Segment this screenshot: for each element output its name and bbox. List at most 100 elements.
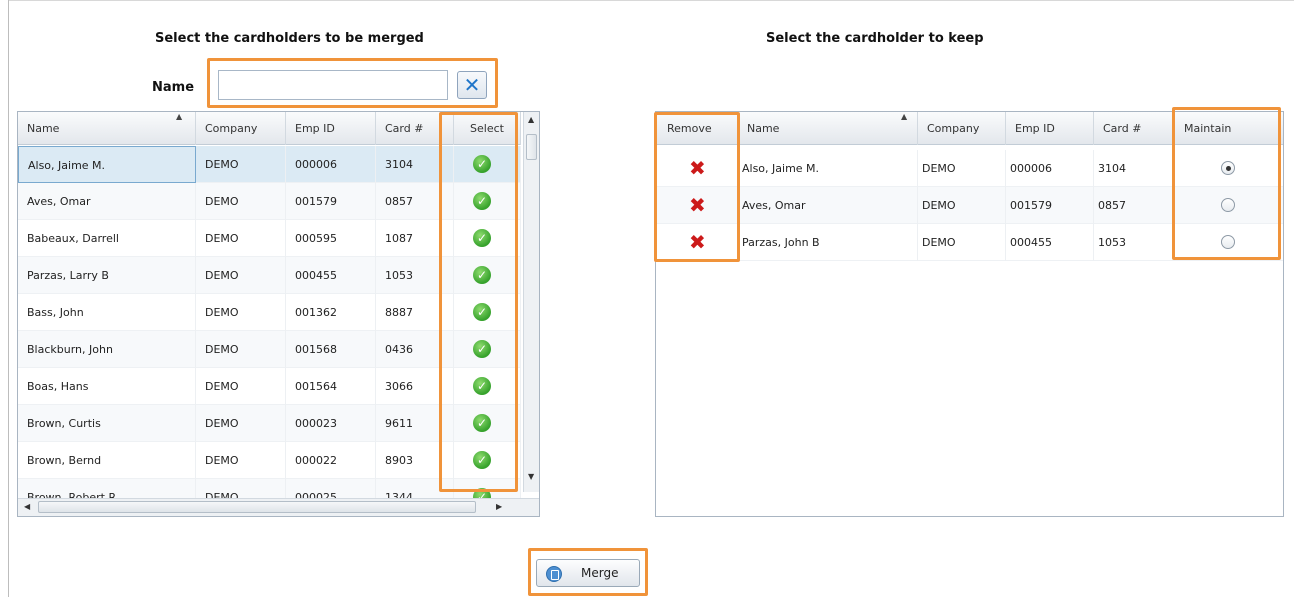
column-header-emp-id[interactable]: Emp ID [286, 112, 376, 145]
scroll-right-icon[interactable]: ▶ [496, 502, 502, 511]
horizontal-scrollbar[interactable]: ◀ ▶ [18, 498, 539, 516]
scroll-up-icon[interactable]: ▲ [528, 115, 534, 124]
cell-name: Babeaux, Darrell [18, 220, 196, 257]
table-row[interactable]: Babeaux, Darrell DEMO 000595 1087 ✓ [18, 220, 521, 257]
cell-card: 1053 [376, 257, 454, 294]
scroll-down-icon[interactable]: ▼ [528, 472, 534, 481]
check-circle-icon[interactable]: ✓ [473, 303, 491, 321]
merge-panel-title: Select the cardholders to be merged [155, 31, 424, 46]
column-header-remove[interactable]: Remove [656, 112, 738, 145]
scroll-left-icon[interactable]: ◀ [24, 502, 30, 511]
cell-card: 0857 [376, 183, 454, 220]
table-row[interactable]: Aves, Omar DEMO 001579 0857 ✓ [18, 183, 521, 220]
cell-name: Also, Jaime M. [738, 150, 918, 187]
cell-name: Parzas, Larry B [18, 257, 196, 294]
cell-emp-id: 001579 [1006, 187, 1094, 224]
cell-emp-id: 001579 [286, 183, 376, 220]
table-row[interactable]: ✖ Also, Jaime M. DEMO 000006 3104 [656, 150, 1283, 187]
table-row[interactable]: ✖ Parzas, John B DEMO 000455 1053 [656, 224, 1283, 261]
cell-emp-id: 000455 [1006, 224, 1094, 261]
maintain-radio[interactable] [1221, 198, 1235, 212]
cell-maintain [1175, 187, 1283, 224]
cell-card: 1053 [1094, 224, 1175, 261]
cell-name: Boas, Hans [18, 368, 196, 405]
scrollbar-thumb[interactable] [38, 501, 476, 513]
cell-company: DEMO [196, 183, 286, 220]
table-row[interactable]: Parzas, Larry B DEMO 000455 1053 ✓ [18, 257, 521, 294]
cell-company: DEMO [196, 442, 286, 479]
cell-emp-id: 001568 [286, 331, 376, 368]
remove-x-icon[interactable]: ✖ [689, 232, 706, 252]
table-row[interactable]: Blackburn, John DEMO 001568 0436 ✓ [18, 331, 521, 368]
cell-emp-id: 000023 [286, 405, 376, 442]
save-disk-icon [546, 566, 562, 582]
check-circle-icon[interactable]: ✓ [473, 229, 491, 247]
column-header-card[interactable]: Card # [1094, 112, 1175, 145]
close-x-icon: ✕ [463, 73, 481, 97]
table-row[interactable]: Brown, Bernd DEMO 000022 8903 ✓ [18, 442, 521, 479]
keep-panel-title: Select the cardholder to keep [766, 31, 984, 46]
check-circle-icon[interactable]: ✓ [473, 192, 491, 210]
grid-header: Name Company Emp ID Card # Select ▲ [18, 112, 521, 145]
name-filter-label: Name [152, 80, 195, 95]
remove-x-icon[interactable]: ✖ [689, 195, 706, 215]
cell-company: DEMO [196, 294, 286, 331]
maintain-radio[interactable] [1221, 235, 1235, 249]
cell-card: 1087 [376, 220, 454, 257]
maintain-radio[interactable] [1221, 161, 1235, 175]
merge-button-label: Merge [581, 566, 619, 580]
column-header-maintain[interactable]: Maintain [1175, 112, 1283, 145]
column-header-select[interactable]: Select [454, 112, 521, 145]
column-header-card[interactable]: Card # [376, 112, 454, 145]
cell-card: 3066 [376, 368, 454, 405]
cell-company: DEMO [196, 331, 286, 368]
table-row[interactable]: ✖ Aves, Omar DEMO 001579 0857 [656, 187, 1283, 224]
check-circle-icon[interactable]: ✓ [473, 377, 491, 395]
check-circle-icon[interactable]: ✓ [473, 414, 491, 432]
cell-company: DEMO [196, 220, 286, 257]
cell-select: ✓ [454, 442, 521, 479]
cell-remove: ✖ [656, 224, 738, 261]
cell-company: DEMO [918, 187, 1006, 224]
cell-maintain [1175, 224, 1283, 261]
cell-emp-id: 000595 [286, 220, 376, 257]
merge-button[interactable]: Merge [536, 559, 640, 587]
cell-name: Blackburn, John [18, 331, 196, 368]
table-row[interactable]: Also, Jaime M. DEMO 000006 3104 ✓ [18, 146, 521, 183]
table-row[interactable]: Brown, Curtis DEMO 000023 9611 ✓ [18, 405, 521, 442]
cell-card: 8887 [376, 294, 454, 331]
cell-name: Parzas, John B [738, 224, 918, 261]
check-circle-icon[interactable]: ✓ [473, 451, 491, 469]
cell-emp-id: 000455 [286, 257, 376, 294]
sort-ascending-icon: ▲ [176, 112, 183, 121]
keep-grid: Remove Name Company Emp ID Card # Maintain ▲ ✖ A… [655, 111, 1284, 517]
cell-emp-id: 001362 [286, 294, 376, 331]
check-circle-icon[interactable]: ✓ [473, 340, 491, 358]
cell-select: ✓ [454, 368, 521, 405]
cell-name: Brown, Curtis [18, 405, 196, 442]
column-header-name[interactable]: Name [738, 112, 918, 145]
column-header-company[interactable]: Company [918, 112, 1006, 145]
cell-name: Also, Jaime M. [18, 146, 196, 183]
table-row[interactable]: Bass, John DEMO 001362 8887 ✓ [18, 294, 521, 331]
name-filter-input[interactable] [218, 70, 448, 100]
clear-filter-button[interactable]: ✕ [457, 71, 487, 99]
scrollbar-thumb[interactable] [526, 134, 537, 160]
cell-emp-id: 000006 [1006, 150, 1094, 187]
cell-company: DEMO [196, 257, 286, 294]
check-circle-icon[interactable]: ✓ [473, 155, 491, 173]
cell-select: ✓ [454, 220, 521, 257]
frame-top-border [8, 0, 1294, 1]
column-header-emp-id[interactable]: Emp ID [1006, 112, 1094, 145]
vertical-scrollbar[interactable]: ▲ ▼ [523, 112, 539, 492]
table-row[interactable]: Boas, Hans DEMO 001564 3066 ✓ [18, 368, 521, 405]
cell-emp-id: 000006 [286, 146, 376, 183]
cell-card: 3104 [1094, 150, 1175, 187]
remove-x-icon[interactable]: ✖ [689, 158, 706, 178]
cell-select: ✓ [454, 331, 521, 368]
column-header-company[interactable]: Company [196, 112, 286, 145]
column-header-name[interactable]: Name [18, 112, 196, 145]
check-circle-icon[interactable]: ✓ [473, 266, 491, 284]
cell-company: DEMO [918, 150, 1006, 187]
sort-ascending-icon: ▲ [901, 112, 908, 121]
